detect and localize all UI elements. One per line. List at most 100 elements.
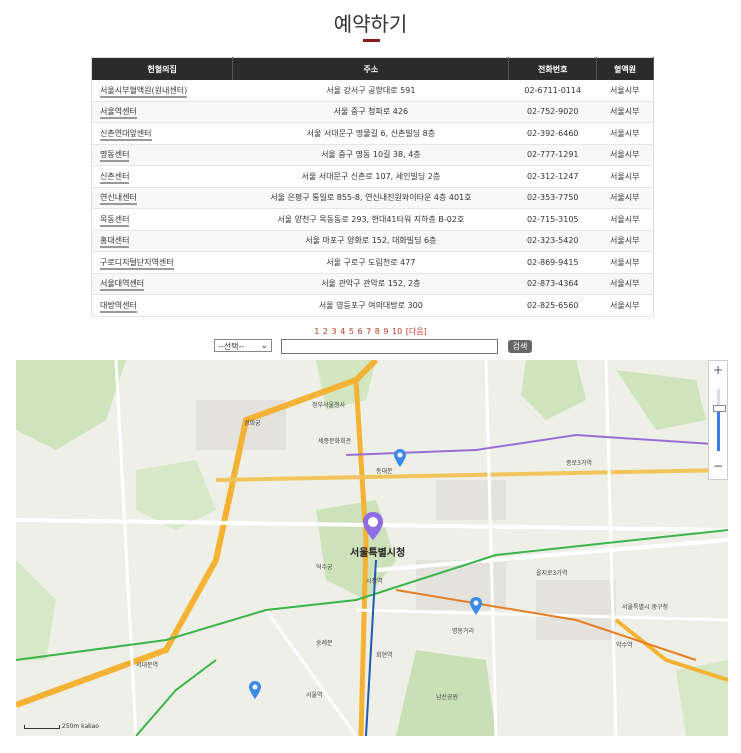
table-row: 명동센터 서울 중구 명동 10길 38, 4층 02-777-1291 서울시부 [91,144,654,166]
center-name-cell: 목동센터 [91,208,233,231]
chevron-down-icon: ⌄ [260,341,268,351]
search-input[interactable] [281,339,498,354]
center-name-link[interactable]: 연신내센터 [100,193,137,206]
phone-cell: 02-312-1247 [508,165,597,188]
page-link[interactable]: 4 [340,327,345,336]
phone-cell: 02-323-5420 [508,230,597,252]
map-label: 시청역 [366,578,383,585]
map-label: 세종문화회관 [318,438,352,445]
center-name-link[interactable]: 서울대역센터 [100,279,145,292]
map-center-label: 서울특별시청 [350,548,406,559]
map-marker-icon[interactable] [362,511,384,541]
map-label: 서울특별시 중구청 [622,604,669,611]
table-header-row: 헌혈의집 주소 전화번호 혈액원 [91,57,654,80]
zoom-out-button[interactable]: − [709,459,727,473]
map-label: 서대문역 [136,662,159,669]
map-label: 동대문 [376,468,393,475]
center-name-link[interactable]: 홍대센터 [100,236,130,249]
center-name-cell: 구로디지털단지역센터 [91,251,233,274]
map-marker-icon[interactable] [469,596,483,616]
map-marker-icon[interactable] [248,680,262,700]
address-cell: 서울 서대문구 명물길 6, 신촌빌딩 8층 [232,122,509,145]
center-name-cell: 홍대센터 [91,230,233,252]
center-name-cell: 대방역센터 [91,294,233,317]
scale-label: 250m [61,723,80,730]
map-label: 약수역 [616,642,633,649]
bloodbank-cell: 서울시부 [596,122,654,145]
page-link[interactable]: 8 [375,327,380,336]
map-brand: kakao [81,723,99,730]
address-cell: 서울 마포구 양화로 152, 대화빌딩 6층 [232,230,509,252]
map-label: 정부서울청사 [312,402,346,409]
centers-table: 헌혈의집 주소 전화번호 혈액원 서울시부혈액원(원내센터) 서울 강서구 공항대… [91,57,654,317]
address-cell: 서울 강서구 공항대로 591 [232,80,509,102]
scale-line [24,724,60,729]
center-name-cell: 신촌연대앞센터 [91,122,233,145]
bloodbank-cell: 서울시부 [596,273,654,295]
bloodbank-cell: 서울시부 [596,187,654,209]
col-header-bloodbank: 혈액원 [596,57,654,80]
center-name-link[interactable]: 대방역센터 [100,300,137,313]
phone-cell: 02-869-9415 [508,251,597,274]
table-row: 구로디지털단지역센터 서울 구로구 도림천로 477 02-869-9415 서울시부 [91,251,654,274]
map-label: 경희궁 [244,420,261,427]
map-marker-icon[interactable] [393,448,407,468]
page-title: 예약하기 [333,12,408,36]
map-label: 회현역 [376,652,393,659]
page-link[interactable]: 3 [332,327,337,336]
map-view[interactable]: 정부서울청사 세종문화회관 경희궁 덕수궁 서울역 동대문 명동거리 남산공원 … [16,360,728,736]
map-label: 덕수궁 [316,564,333,571]
map-label: 을지로3가역 [536,570,568,577]
pagination: 1 2 3 4 5 6 7 8 9 10 [다음] [0,326,741,337]
table-row: 서울대역센터 서울 관악구 관악로 152, 2층 02-873-4364 서울시부 [91,273,654,295]
center-name-link[interactable]: 명동센터 [100,150,130,163]
map-label: 남산공원 [436,694,459,701]
table-row: 신촌연대앞센터 서울 서대문구 명물길 6, 신촌빌딩 8층 02-392-6460… [91,122,654,145]
center-name-link[interactable]: 서울시부혈액원(원내센터) [100,85,188,98]
table-row: 홍대센터 서울 마포구 양화로 152, 대화빌딩 6층 02-323-5420 서울… [91,230,654,252]
bloodbank-cell: 서울시부 [596,208,654,231]
address-cell: 서울 구로구 도림천로 477 [232,251,509,274]
col-header-center: 헌혈의집 [91,57,234,80]
address-cell: 서울 영등포구 여의대방로 300 [232,294,509,317]
page-link[interactable]: 9 [383,327,388,336]
table-row: 서울역센터 서울 중구 청파로 426 02-752-9020 서울시부 [91,101,654,123]
center-name-link[interactable]: 서울역센터 [100,107,137,120]
scale-bar: 250m kakao [24,723,99,730]
col-header-address: 주소 [232,57,510,80]
center-name-cell: 서울역센터 [91,101,233,123]
center-name-cell: 신촌센터 [91,165,233,188]
address-cell: 서울 양천구 목동동로 293, 현대41타워 지하층 B-02호 [232,208,509,231]
map-label: 숭례문 [316,640,333,647]
center-name-link[interactable]: 신촌연대앞센터 [100,128,152,141]
phone-cell: 02-752-9020 [508,101,597,123]
table-row: 연신내센터 서울 은평구 통일로 855-8, 연신내진원와이타운 4층 401호… [91,187,654,209]
page-link[interactable]: 5 [349,327,354,336]
page-link[interactable]: 7 [366,327,371,336]
page-link[interactable]: 6 [357,327,362,336]
bloodbank-cell: 서울시부 [596,294,654,317]
table-row: 목동센터 서울 양천구 목동동로 293, 현대41타워 지하층 B-02호 02-… [91,208,654,231]
map-label: 명동거리 [452,628,475,635]
bloodbank-cell: 서울시부 [596,101,654,123]
zoom-slider-fill [717,409,720,451]
address-cell: 서울 관악구 관악로 152, 2층 [232,273,509,295]
bloodbank-cell: 서울시부 [596,251,654,274]
page-link[interactable]: 1 [314,327,319,336]
zoom-slider-handle[interactable] [713,405,726,412]
center-name-link[interactable]: 구로디지털단지역센터 [100,257,174,270]
center-name-cell: 명동센터 [91,144,233,166]
search-button[interactable]: 검색 [508,340,532,353]
address-cell: 서울 은평구 통일로 855-8, 연신내진원와이타운 4층 401호 [232,187,509,209]
center-name-link[interactable]: 목동센터 [100,214,130,227]
bloodbank-cell: 서울시부 [596,144,654,166]
zoom-control: + − [708,360,728,480]
center-name-cell: 연신내센터 [91,187,233,209]
page-link[interactable]: 10 [392,327,402,336]
page-link[interactable]: 2 [323,327,328,336]
region-select[interactable]: --선택-- ⌄ [214,339,272,352]
zoom-in-button[interactable]: + [709,363,727,377]
phone-cell: 02-6711-0114 [508,80,597,102]
center-name-link[interactable]: 신촌센터 [100,171,130,184]
next-page-link[interactable]: [다음] [406,327,427,336]
